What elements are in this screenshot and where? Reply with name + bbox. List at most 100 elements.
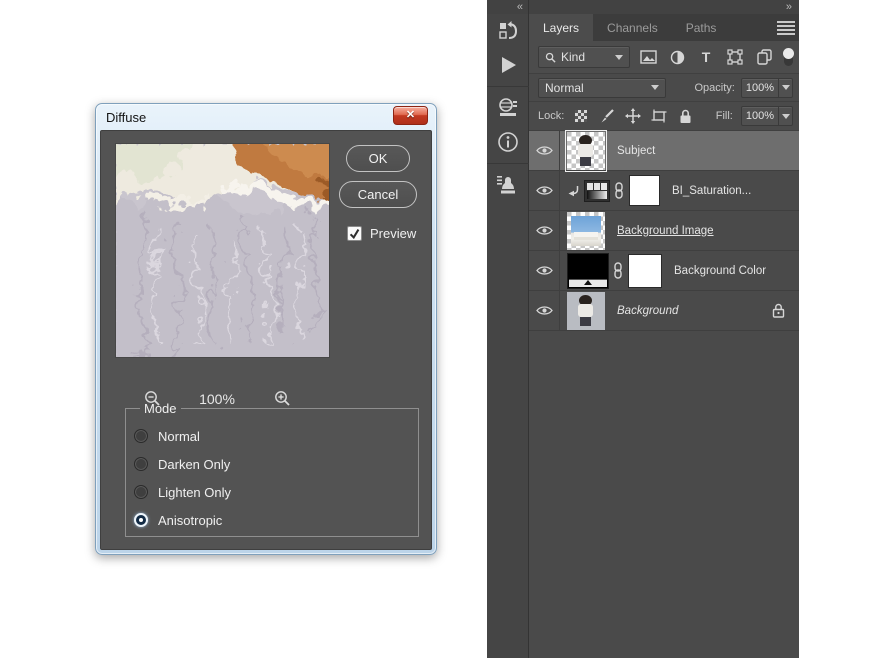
opacity-dropdown-button[interactable] [778, 78, 792, 97]
filter-smart-objects-button[interactable] [753, 46, 775, 68]
dialog-titlebar[interactable]: Diffuse ✕ [100, 104, 432, 130]
lock-transparency-button[interactable] [572, 107, 590, 125]
link-icon[interactable] [614, 182, 624, 199]
filter-kind-dropdown[interactable]: Kind [538, 46, 630, 68]
mode-option-normal[interactable]: Normal [134, 422, 418, 450]
preview-label: Preview [370, 226, 417, 241]
chevron-down-icon [781, 113, 790, 119]
fill-dropdown-button[interactable] [778, 107, 792, 125]
lock-all-button[interactable] [676, 107, 694, 125]
layer-mask-thumbnail[interactable] [629, 175, 660, 206]
fill-field[interactable]: 100% [740, 106, 793, 126]
half-circle-icon [670, 50, 684, 64]
ok-button[interactable]: OK [346, 145, 410, 172]
mode-legend: Mode [144, 401, 177, 416]
tab-layers[interactable]: Layers [529, 14, 594, 41]
libraries-panel-button[interactable] [487, 91, 529, 125]
tab-paths[interactable]: Paths [672, 14, 731, 41]
clone-source-panel-button[interactable] [487, 168, 529, 202]
tab-channels[interactable]: Channels [593, 14, 672, 41]
panel-dock: « » Layers Channels Paths Kind T Normal … [486, 0, 799, 658]
filter-kind-label: Kind [561, 50, 586, 64]
eye-icon [535, 146, 553, 155]
layer-row-background-color[interactable]: Background Color [529, 251, 799, 291]
filter-preview[interactable] [115, 143, 330, 358]
filter-adjustment-layers-button[interactable] [666, 46, 688, 68]
blend-mode-dropdown[interactable]: Normal [538, 77, 666, 98]
layer-name[interactable]: Background Image [617, 225, 714, 237]
filter-type-layers-button[interactable]: T [695, 46, 717, 68]
mode-option-anisotropic[interactable]: Anisotropic [134, 506, 418, 534]
cancel-button[interactable]: Cancel [339, 181, 417, 208]
fill-value[interactable]: 100% [742, 110, 778, 122]
lock-row: Lock: Fill: 100% [529, 102, 799, 131]
visibility-toggle[interactable] [529, 131, 560, 170]
layer-row-bi-saturation[interactable]: BI_Saturation... [529, 171, 799, 211]
preview-image [116, 144, 329, 357]
filter-pixel-layers-button[interactable] [637, 46, 659, 68]
layers-list: Subject BI_Saturation... Background Imag… [529, 129, 799, 658]
visibility-toggle[interactable] [529, 211, 560, 250]
radio-icon[interactable] [134, 429, 148, 443]
mode-option-lighten-only[interactable]: Lighten Only [134, 478, 418, 506]
panel-tabbar: Layers Channels Paths [529, 14, 799, 41]
info-panel-button[interactable] [487, 125, 529, 159]
layer-thumbnail[interactable] [567, 291, 605, 330]
mode-option-label: Normal [158, 428, 200, 444]
blend-row: Normal Opacity: 100% [529, 74, 799, 102]
mode-group: Mode Normal Darken Only Lighten Only Ani… [125, 401, 419, 537]
opacity-field[interactable]: 100% [740, 77, 793, 98]
layer-mask-thumbnail[interactable] [628, 253, 662, 288]
move-icon [625, 108, 642, 124]
info-icon [497, 132, 518, 152]
panel-empty-area [529, 331, 799, 658]
link-icon[interactable] [613, 262, 623, 279]
expand-right-icon: » [785, 1, 792, 13]
layer-name[interactable]: BI_Saturation... [672, 185, 751, 197]
chevron-down-icon [651, 85, 659, 90]
layer-name[interactable]: Background Color [674, 265, 766, 277]
visibility-toggle[interactable] [529, 251, 560, 290]
mode-option-label: Lighten Only [158, 484, 231, 500]
collapse-left-icon: « [516, 1, 523, 13]
radio-icon[interactable] [134, 485, 148, 499]
layer-name[interactable]: Background [617, 305, 678, 317]
close-button[interactable]: ✕ [393, 106, 428, 125]
fill-layer-thumbnail[interactable] [567, 252, 609, 289]
lock-artboard-button[interactable] [650, 107, 668, 125]
layer-thumbnail[interactable] [567, 211, 605, 250]
filter-shape-layers-button[interactable] [724, 46, 746, 68]
expand-dock-button[interactable]: » [529, 0, 799, 14]
history-panel-button[interactable] [487, 14, 529, 48]
opacity-value[interactable]: 100% [742, 82, 778, 94]
panel-menu-button[interactable] [777, 20, 795, 35]
filter-on-off-toggle[interactable] [782, 46, 795, 68]
eye-icon [535, 306, 553, 315]
layers-panel: » Layers Channels Paths Kind T Normal Op… [529, 0, 799, 658]
visibility-toggle[interactable] [529, 171, 560, 210]
layer-row-background-image[interactable]: Background Image [529, 211, 799, 251]
visibility-toggle[interactable] [529, 291, 560, 330]
lock-pixels-button[interactable] [598, 107, 616, 125]
layer-row-subject[interactable]: Subject [529, 129, 799, 172]
layer-row-background[interactable]: Background [529, 291, 799, 331]
adjustment-thumbnail[interactable] [584, 179, 610, 202]
radio-selected-icon[interactable] [134, 513, 148, 527]
preview-toggle[interactable]: Preview [347, 226, 416, 241]
lock-label: Lock: [538, 110, 565, 122]
layer-thumbnail[interactable] [565, 129, 607, 172]
lock-position-button[interactable] [624, 107, 642, 125]
actions-panel-button[interactable] [487, 48, 529, 82]
collapse-dock-button[interactable]: « [487, 0, 528, 14]
layer-name[interactable]: Subject [617, 145, 655, 157]
image-icon [639, 50, 657, 64]
mode-option-darken-only[interactable]: Darken Only [134, 450, 418, 478]
eye-icon [535, 266, 553, 275]
radio-icon[interactable] [134, 457, 148, 471]
preview-checkbox[interactable] [347, 226, 362, 241]
check-icon [349, 229, 360, 239]
type-icon: T [701, 49, 711, 65]
fill-label: Fill: [715, 110, 733, 122]
chevron-down-icon [781, 85, 790, 90]
brush-icon [601, 109, 615, 123]
